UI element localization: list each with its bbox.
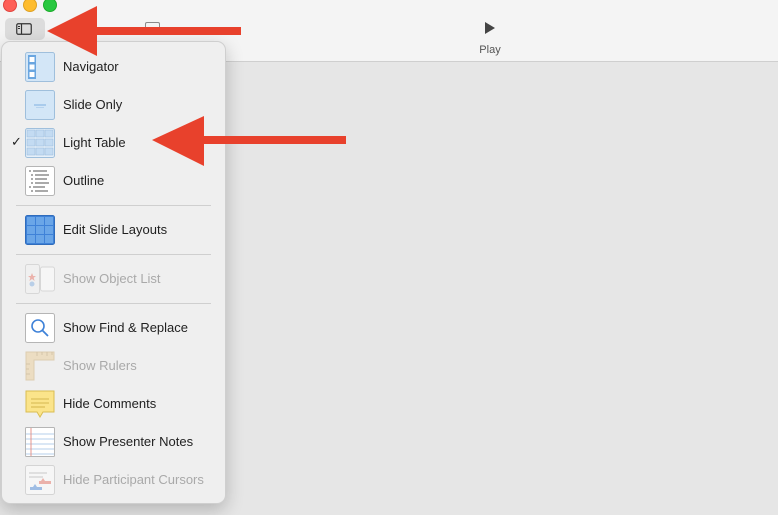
menu-item-label: Navigator <box>63 59 119 74</box>
menu-item-label: Show Find & Replace <box>63 320 189 335</box>
ruler-icon <box>25 351 55 381</box>
menu-separator <box>16 205 211 206</box>
menu-item-hide-participant-cursors: Hide Participant Cursors <box>2 461 225 499</box>
menu-item-hide-comments[interactable]: Hide Comments <box>2 385 225 423</box>
menu-item-show-find-replace[interactable]: Show Find & Replace <box>2 309 225 347</box>
participant-cursors-icon <box>25 465 55 495</box>
light-table-icon <box>25 128 55 158</box>
magnifying-glass-icon <box>25 313 55 343</box>
menu-item-label: Show Object List <box>63 271 161 286</box>
slide-only-icon <box>25 90 55 120</box>
menu-item-label: Hide Comments <box>63 396 157 411</box>
close-window-button[interactable] <box>3 0 17 12</box>
comment-icon <box>25 390 55 418</box>
menu-item-label: Show Presenter Notes <box>63 434 194 449</box>
view-menu-button[interactable] <box>5 18 45 40</box>
menu-separator <box>16 303 211 304</box>
annotation-arrow-light-table <box>152 116 346 166</box>
menu-item-show-presenter-notes[interactable]: Show Presenter Notes <box>2 423 225 461</box>
object-list-icon <box>25 264 55 294</box>
menu-item-label: Show Rulers <box>63 358 137 373</box>
menu-item-edit-slide-layouts[interactable]: Edit Slide Layouts <box>2 211 225 249</box>
menu-item-label: Light Table <box>63 135 126 150</box>
menu-item-label: Outline <box>63 173 105 188</box>
checkmark-icon: ✓ <box>11 134 22 149</box>
menu-item-show-object-list: Show Object List <box>2 260 225 298</box>
menu-item-label: Hide Participant Cursors <box>63 472 204 487</box>
minimize-window-button[interactable] <box>23 0 37 12</box>
menu-item-label: Edit Slide Layouts <box>63 222 168 237</box>
sidebar-icon <box>16 23 32 35</box>
play-icon <box>485 22 495 34</box>
menu-separator <box>16 254 211 255</box>
menu-item-label: Slide Only <box>63 97 123 112</box>
play-label: Play <box>479 44 501 56</box>
menu-item-show-rulers: Show Rulers <box>2 347 225 385</box>
annotation-arrow-top <box>47 6 241 56</box>
outline-icon <box>25 166 55 196</box>
presenter-notes-icon <box>25 427 55 457</box>
view-menu: Navigator Slide Only ✓ Light Table Outli… <box>1 41 226 504</box>
play-button[interactable]: Play <box>470 20 510 56</box>
slide-layouts-icon <box>25 215 55 245</box>
